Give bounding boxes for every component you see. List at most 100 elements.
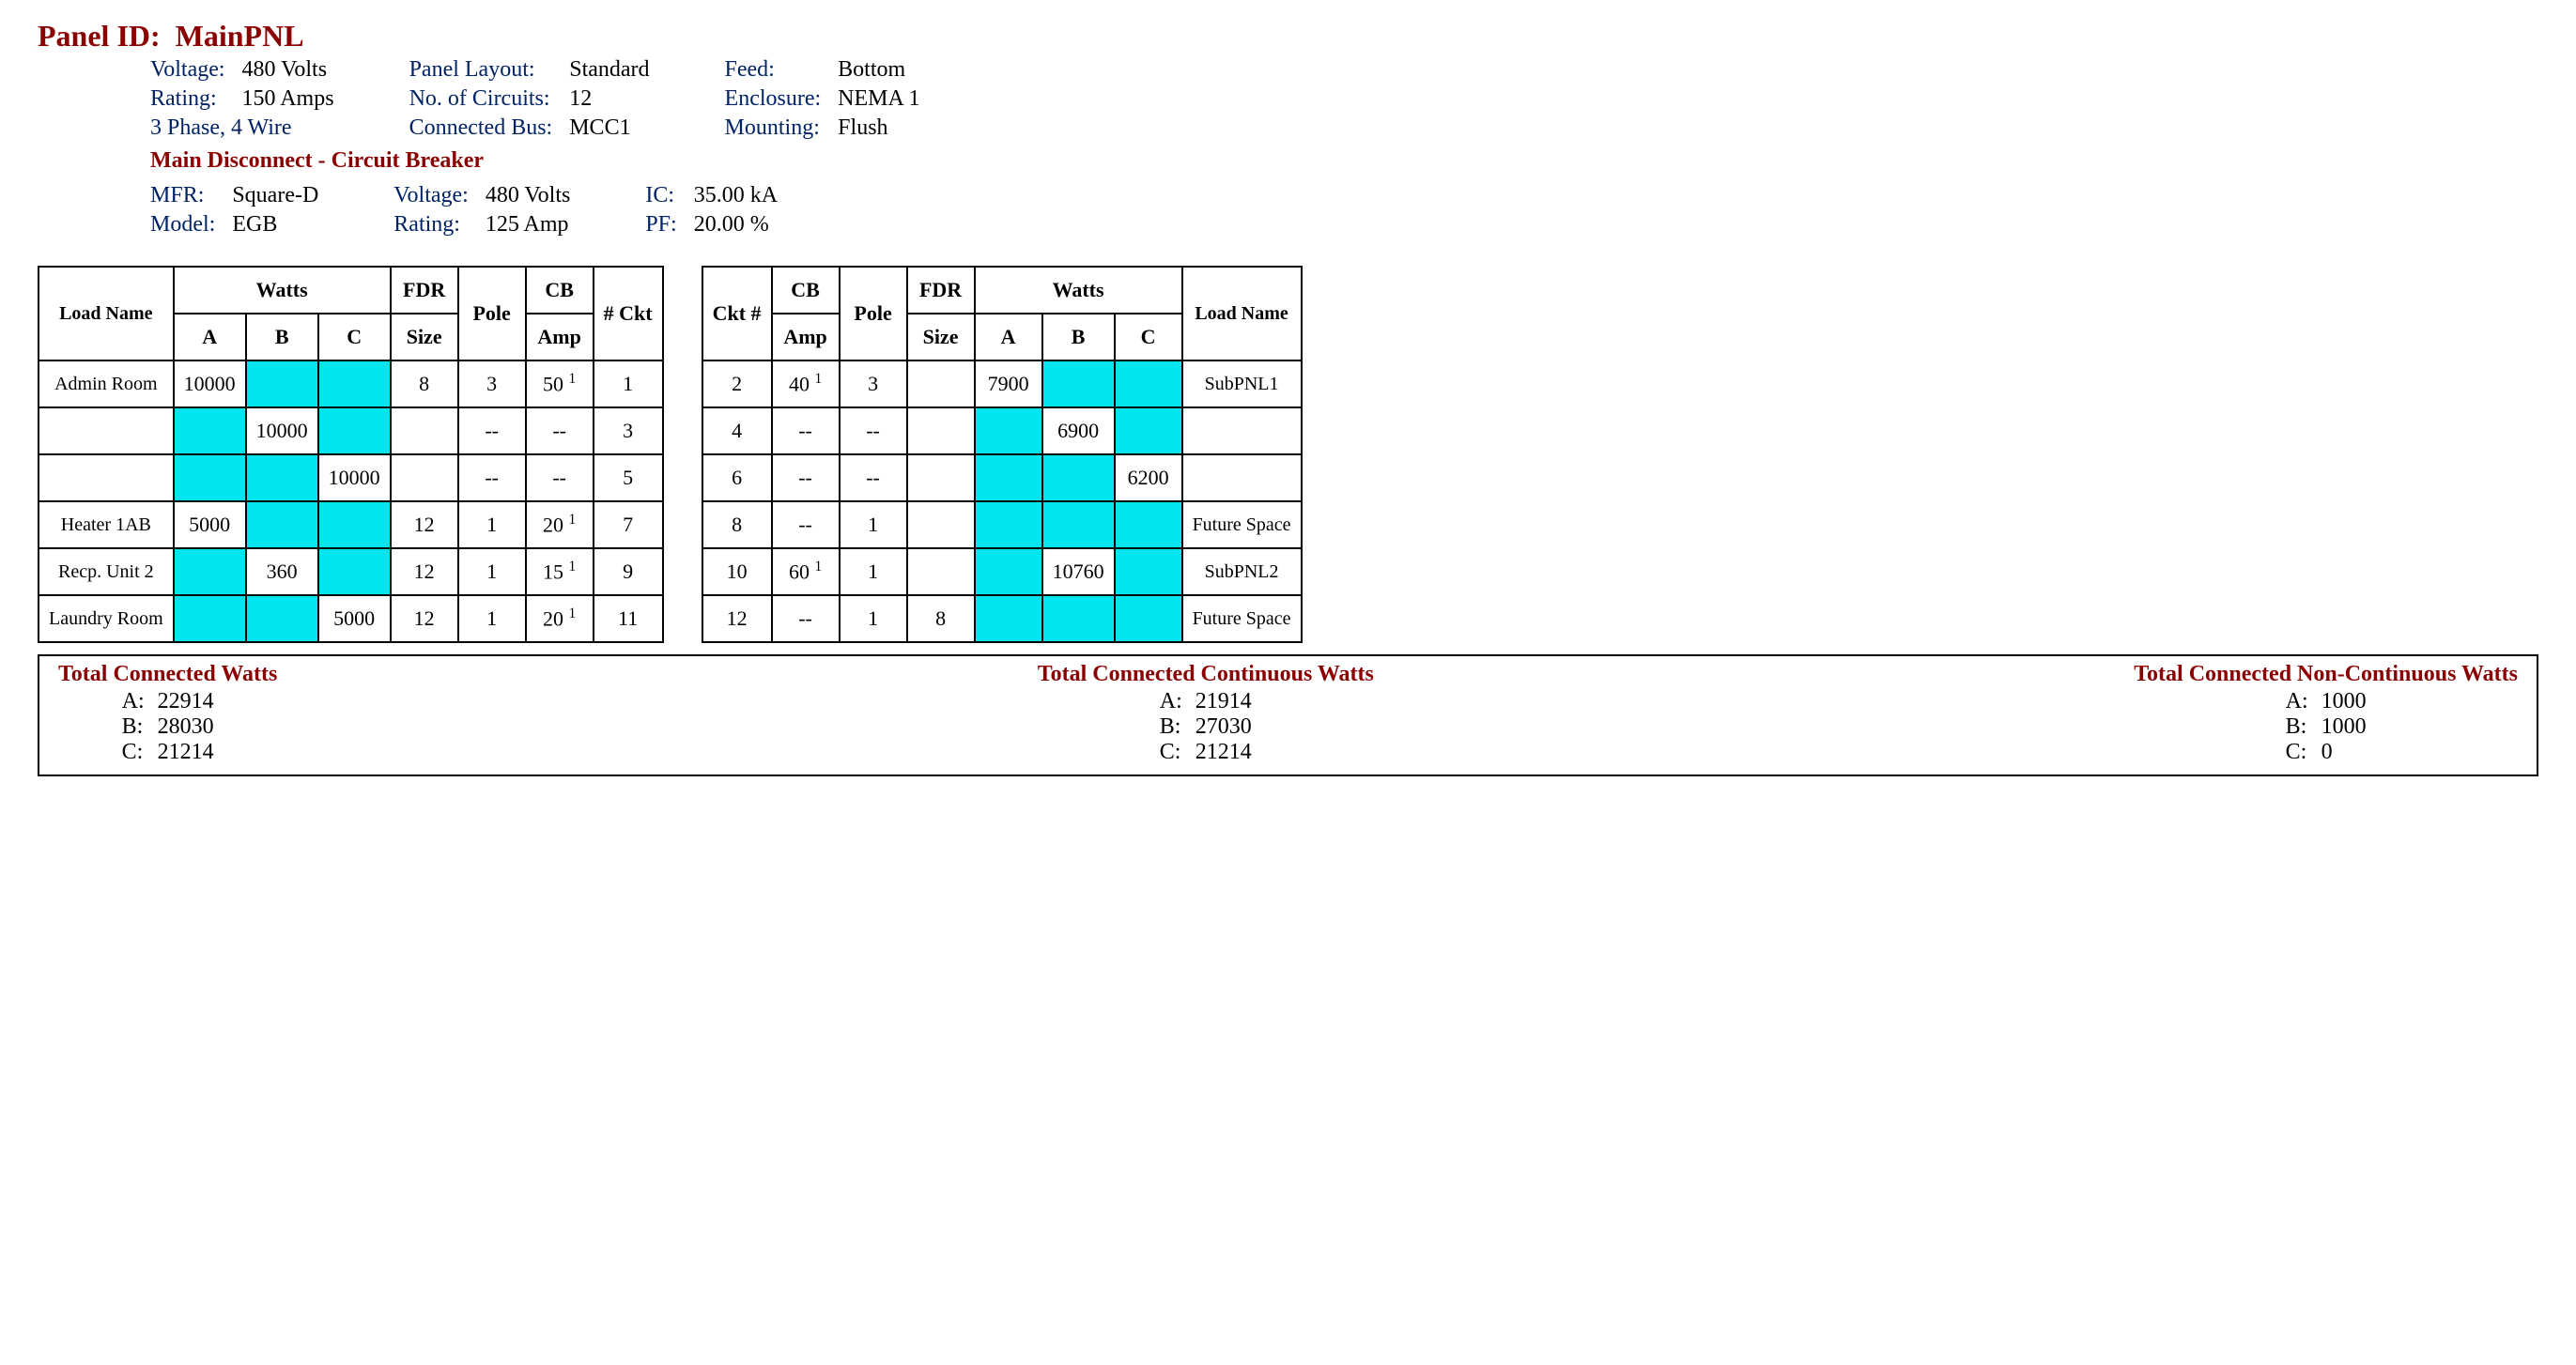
- load-name-cell: Laundry Room: [39, 595, 174, 642]
- enclosure-value: NEMA 1: [838, 86, 919, 112]
- load-name-cell: [1182, 407, 1302, 454]
- watts-cell: 10000: [174, 360, 246, 407]
- table-row: Recp. Unit 236012115 19: [39, 548, 663, 595]
- totals-b-label: B:: [2286, 714, 2308, 740]
- totals-box: Total Connected Watts A:22914 B:28030 C:…: [38, 654, 2538, 776]
- rating-label: Rating:: [150, 86, 225, 112]
- disconnect-title: Main Disconnect - Circuit Breaker: [150, 148, 2538, 174]
- disc-rating-value: 125 Amp: [486, 212, 570, 238]
- table-row: 6----6200: [702, 454, 1302, 501]
- mounting-value: Flush: [838, 115, 919, 141]
- totals-noncontinuous-b: 1000: [2321, 714, 2367, 740]
- ckt-cell: 10: [702, 548, 772, 595]
- th-c: C: [318, 314, 391, 360]
- totals-noncontinuous-title: Total Connected Non-Continuous Watts: [2134, 662, 2518, 687]
- th-cktnum: Ckt #: [702, 267, 772, 360]
- ckt-cell: 8: [702, 501, 772, 548]
- rating-value: 150 Amps: [242, 86, 334, 112]
- pole-cell: 3: [458, 360, 526, 407]
- watts-cell: [1115, 501, 1182, 548]
- circuits-value: 12: [569, 86, 649, 112]
- totals-connected-b: 28030: [158, 714, 214, 740]
- watts-cell: [174, 454, 246, 501]
- panel-id-label: Panel ID:: [38, 19, 161, 53]
- fdr-cell: [907, 360, 975, 407]
- load-name-cell: Future Space: [1182, 595, 1302, 642]
- bus-value: MCC1: [569, 115, 649, 141]
- layout-value: Standard: [569, 57, 649, 83]
- pole-cell: 1: [458, 595, 526, 642]
- phase-wire: 3 Phase, 4 Wire: [150, 115, 334, 141]
- load-name-cell: Future Space: [1182, 501, 1302, 548]
- ckt-cell: 7: [594, 501, 663, 548]
- watts-cell: [1115, 407, 1182, 454]
- totals-continuous-c: 21214: [1195, 740, 1252, 765]
- th-amp-r: Amp: [772, 314, 840, 360]
- header-row-2: MFR: Square-D Model: EGB Voltage: 480 Vo…: [150, 183, 2538, 238]
- pf-value: 20.00 %: [694, 212, 778, 238]
- fdr-cell: 12: [391, 595, 458, 642]
- fdr-cell: 12: [391, 501, 458, 548]
- watts-cell: [318, 360, 391, 407]
- totals-c-label: C:: [1160, 740, 1182, 765]
- watts-cell: 360: [246, 548, 318, 595]
- load-name-cell: SubPNL1: [1182, 360, 1302, 407]
- load-name-cell: SubPNL2: [1182, 548, 1302, 595]
- th-pole: Pole: [458, 267, 526, 360]
- watts-cell: [1115, 360, 1182, 407]
- cb-amp-cell: --: [772, 407, 840, 454]
- watts-cell: [975, 548, 1042, 595]
- watts-cell: 5000: [318, 595, 391, 642]
- watts-cell: [1042, 595, 1115, 642]
- ckt-cell: 4: [702, 407, 772, 454]
- totals-b-label: B:: [122, 714, 145, 740]
- pole-cell: 3: [840, 360, 907, 407]
- feed-value: Bottom: [838, 57, 919, 83]
- pole-cell: 1: [840, 548, 907, 595]
- ckt-cell: 9: [594, 548, 663, 595]
- table-row: 8--1Future Space: [702, 501, 1302, 548]
- load-name-cell: Admin Room: [39, 360, 174, 407]
- totals-c-label: C:: [2286, 740, 2308, 765]
- watts-cell: 10000: [246, 407, 318, 454]
- watts-cell: 5000: [174, 501, 246, 548]
- th-fdr-r: FDR: [907, 267, 975, 314]
- cb-amp-cell: --: [772, 454, 840, 501]
- disc-rating-label: Rating:: [393, 212, 469, 238]
- load-name-cell: [39, 407, 174, 454]
- th-watts: Watts: [174, 267, 391, 314]
- fdr-cell: [391, 454, 458, 501]
- watts-cell: [318, 407, 391, 454]
- totals-noncontinuous-a: 1000: [2321, 689, 2367, 714]
- pole-cell: --: [458, 454, 526, 501]
- pf-label: PF:: [645, 212, 676, 238]
- cb-amp-cell: --: [772, 595, 840, 642]
- ic-value: 35.00 kA: [694, 183, 778, 208]
- mfr-label: MFR:: [150, 183, 215, 208]
- pole-cell: 1: [458, 501, 526, 548]
- watts-cell: 10760: [1042, 548, 1115, 595]
- panel-id-title: Panel ID: MainPNL: [38, 19, 2538, 54]
- table-row: 10000----5: [39, 454, 663, 501]
- ckt-cell: 5: [594, 454, 663, 501]
- watts-cell: [246, 501, 318, 548]
- cb-amp-cell: 40 1: [772, 360, 840, 407]
- ckt-cell: 6: [702, 454, 772, 501]
- load-name-cell: Recp. Unit 2: [39, 548, 174, 595]
- pole-cell: 1: [840, 595, 907, 642]
- voltage-label: Voltage:: [150, 57, 225, 83]
- watts-cell: [318, 501, 391, 548]
- pole-cell: 1: [840, 501, 907, 548]
- feed-label: Feed:: [725, 57, 822, 83]
- disc-voltage-label: Voltage:: [393, 183, 469, 208]
- totals-connected-c: 21214: [158, 740, 214, 765]
- totals-c-label: C:: [122, 740, 145, 765]
- watts-cell: [174, 595, 246, 642]
- totals-continuous-b: 27030: [1195, 714, 1252, 740]
- totals-a-label: A:: [122, 689, 145, 714]
- cb-amp-cell: 20 1: [526, 595, 594, 642]
- table-row: Admin Room100008350 11: [39, 360, 663, 407]
- th-c-r: C: [1115, 314, 1182, 360]
- watts-cell: [975, 407, 1042, 454]
- totals-continuous-title: Total Connected Continuous Watts: [1038, 662, 1374, 687]
